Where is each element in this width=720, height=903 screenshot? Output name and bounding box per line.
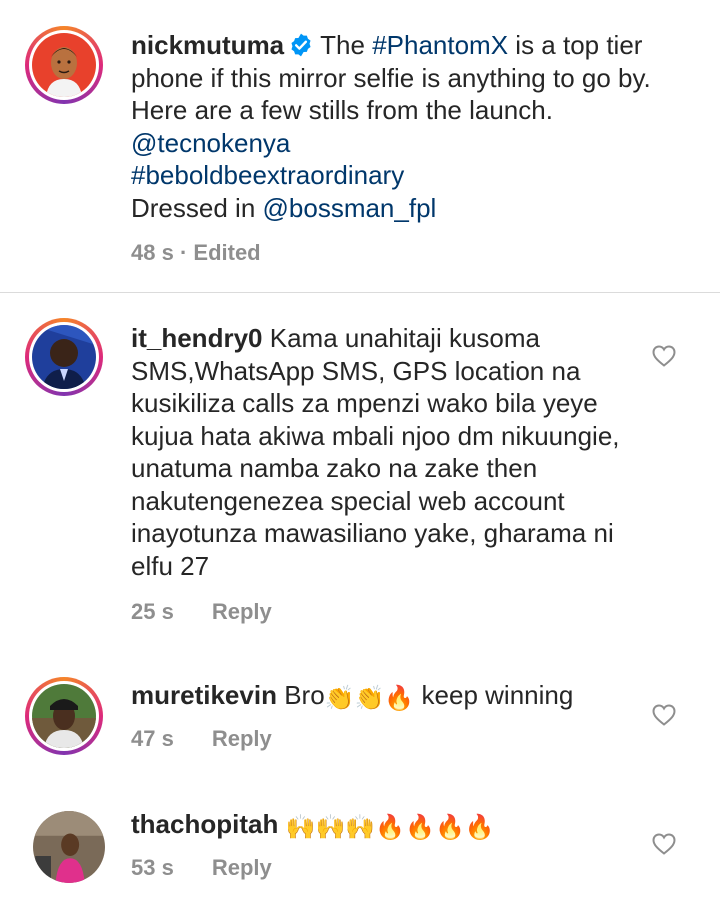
comment-meta: 47 s Reply [131, 726, 272, 752]
avatar-image [32, 325, 96, 389]
mention-bossman-fpl[interactable]: @bossman_fpl [263, 193, 437, 223]
comment-time: 47 s [131, 726, 174, 751]
reply-button[interactable]: Reply [212, 855, 272, 880]
avatar-it-hendry0[interactable] [25, 318, 103, 396]
caption-time: 48 s [131, 240, 174, 265]
divider [0, 292, 720, 293]
caption-text-3: Dressed in [131, 192, 263, 223]
verified-badge-icon [291, 33, 311, 57]
comment-text: it_hendry0 Kama unahitaji kusoma SMS,Wha… [131, 322, 626, 582]
caption-text-1: The [320, 30, 373, 60]
comment-body-end: keep winning [414, 680, 574, 710]
avatar-image [32, 33, 96, 97]
comment-meta: 53 s Reply [131, 855, 272, 881]
comment-time: 25 s [131, 599, 174, 624]
reply-button[interactable]: Reply [212, 726, 272, 751]
comment-username[interactable]: it_hendry0 [131, 323, 263, 353]
avatar-muretikevin[interactable] [25, 677, 103, 755]
comment-body: Kama unahitaji kusoma SMS,WhatsApp SMS, … [131, 323, 620, 581]
caption-username[interactable]: nickmutuma [131, 30, 284, 60]
caption-meta: 48 s · Edited [131, 240, 261, 266]
comment-meta: 25 s Reply [131, 599, 272, 625]
mention-tecnokenya[interactable]: @tecnokenya [131, 128, 290, 158]
comment-text: muretikevin Bro👏👏🔥 keep winning [131, 679, 631, 716]
comment-body: Bro [284, 680, 325, 710]
heart-icon[interactable] [652, 345, 676, 367]
comment-emoji: 🙌🙌🙌🔥🔥🔥🔥 [285, 814, 495, 841]
comment-emoji: 👏👏🔥 [324, 685, 415, 712]
post-caption: nickmutuma The #PhantomX is a top tier ph… [0, 0, 720, 292]
comment-time: 53 s [131, 855, 174, 880]
heart-icon[interactable] [652, 833, 676, 855]
avatar-image [32, 684, 96, 748]
comment-username[interactable]: thachopitah [131, 809, 278, 839]
avatar-image [33, 811, 105, 883]
avatar-thachopitah[interactable] [33, 811, 105, 883]
caption-text: nickmutuma The #PhantomX is a top tier ph… [131, 29, 656, 224]
hashtag-phantomx[interactable]: #PhantomX [372, 30, 508, 60]
heart-icon[interactable] [652, 704, 676, 726]
avatar-nickmutuma[interactable] [25, 26, 103, 104]
caption-edited: · Edited [179, 240, 261, 265]
comment-text: thachopitah 🙌🙌🙌🔥🔥🔥🔥 [131, 808, 631, 845]
comment-username[interactable]: muretikevin [131, 680, 277, 710]
reply-button[interactable]: Reply [212, 599, 272, 624]
hashtag-beboldbeextraordinary[interactable]: #beboldbeextraordinary [131, 160, 404, 190]
